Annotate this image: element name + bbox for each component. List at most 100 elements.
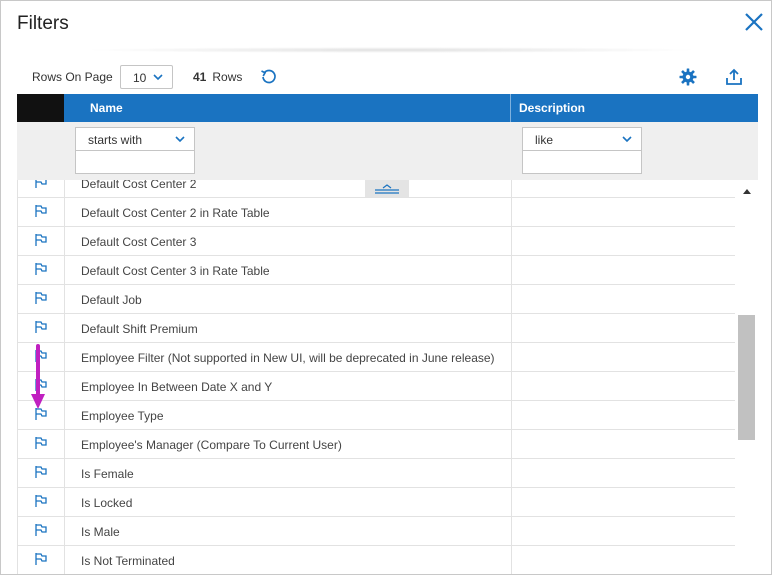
flag-icon[interactable]	[34, 233, 48, 247]
export-button[interactable]	[725, 68, 743, 91]
table-row[interactable]: Employee Filter (Not supported in New UI…	[17, 343, 735, 372]
row-name[interactable]: Is Female	[81, 467, 134, 481]
table-row[interactable]: Is Female	[17, 459, 735, 488]
row-name[interactable]: Employee Filter (Not supported in New UI…	[81, 351, 495, 365]
cell-divider	[64, 488, 65, 517]
collapse-filters-button[interactable]	[365, 180, 409, 197]
row-name[interactable]: Employee In Between Date X and Y	[81, 380, 272, 394]
title-divider	[81, 47, 701, 53]
cell-divider	[64, 343, 65, 372]
cell-divider	[511, 198, 512, 227]
refresh-button[interactable]	[260, 68, 278, 91]
cell-divider	[511, 488, 512, 517]
table-row[interactable]: Employee's Manager (Compare To Current U…	[17, 430, 735, 459]
description-filter: like	[522, 127, 642, 174]
close-button[interactable]	[741, 9, 767, 35]
flag-icon[interactable]	[34, 436, 48, 450]
annotation-arrow-icon	[31, 344, 45, 409]
scroll-up-arrow-icon[interactable]	[742, 187, 752, 195]
name-filter-operator-select[interactable]: starts with	[76, 128, 194, 151]
row-name[interactable]: Default Cost Center 3 in Rate Table	[81, 264, 270, 278]
table-row[interactable]: Default Shift Premium	[17, 314, 735, 343]
column-header-name[interactable]: Name	[90, 94, 123, 122]
row-name[interactable]: Employee's Manager (Compare To Current U…	[81, 438, 342, 452]
cell-divider	[511, 372, 512, 401]
row-name[interactable]: Default Cost Center 2	[81, 180, 196, 191]
cell-divider	[64, 314, 65, 343]
cell-divider	[64, 517, 65, 546]
description-filter-operator: like	[535, 133, 554, 147]
header-select-column	[17, 94, 64, 122]
cell-divider	[511, 256, 512, 285]
refresh-icon	[261, 69, 276, 84]
rows-count: 41 Rows	[193, 70, 242, 84]
vertical-scrollbar[interactable]	[736, 180, 758, 574]
cell-divider	[64, 198, 65, 227]
filter-row: starts with like	[17, 122, 758, 180]
cell-divider	[64, 180, 65, 198]
filters-table-body: Default Cost Center 2 Default Cost Cente…	[17, 180, 735, 574]
cell-divider	[64, 430, 65, 459]
name-filter-operator: starts with	[88, 133, 143, 147]
cell-divider	[511, 285, 512, 314]
cell-divider	[511, 459, 512, 488]
chevron-down-icon	[153, 74, 163, 81]
description-filter-input[interactable]	[523, 151, 641, 173]
column-header-description[interactable]: Description	[519, 94, 585, 122]
flag-icon[interactable]	[34, 180, 48, 189]
flag-icon[interactable]	[34, 552, 48, 566]
flag-icon[interactable]	[34, 291, 48, 305]
flag-icon[interactable]	[34, 523, 48, 537]
table-row[interactable]: Default Cost Center 3 in Rate Table	[17, 256, 735, 285]
cell-divider	[511, 180, 512, 198]
row-name[interactable]: Default Shift Premium	[81, 322, 198, 336]
flag-icon[interactable]	[34, 465, 48, 479]
header-divider	[510, 94, 511, 122]
flag-icon[interactable]	[34, 262, 48, 276]
cell-divider	[511, 343, 512, 372]
cell-divider	[511, 227, 512, 256]
row-name[interactable]: Default Cost Center 2 in Rate Table	[81, 206, 270, 220]
table-row[interactable]: Default Cost Center 3	[17, 227, 735, 256]
flag-icon[interactable]	[34, 204, 48, 218]
row-name[interactable]: Default Job	[81, 293, 142, 307]
cell-divider	[64, 546, 65, 574]
scrollbar-thumb[interactable]	[738, 315, 755, 440]
table-row[interactable]: Is Male	[17, 517, 735, 546]
cell-divider	[511, 517, 512, 546]
chevron-down-icon	[175, 136, 185, 143]
rows-on-page-label: Rows On Page	[32, 70, 113, 84]
cell-divider	[511, 546, 512, 574]
cell-divider	[511, 314, 512, 343]
table-row[interactable]: Is Not Terminated	[17, 546, 735, 574]
cell-divider	[64, 459, 65, 488]
collapse-icon	[375, 184, 399, 194]
cell-divider	[64, 285, 65, 314]
table-row[interactable]: Employee In Between Date X and Y	[17, 372, 735, 401]
row-name[interactable]: Employee Type	[81, 409, 164, 423]
dialog-title: Filters	[17, 13, 69, 34]
table-row[interactable]: Is Locked	[17, 488, 735, 517]
rows-on-page-value: 10	[133, 71, 147, 85]
row-name[interactable]: Default Cost Center 3	[81, 235, 196, 249]
row-name[interactable]: Is Male	[81, 525, 120, 539]
table-header: Name Description	[17, 94, 758, 122]
rows-on-page-select[interactable]: 10	[120, 65, 173, 89]
name-filter-input[interactable]	[76, 151, 194, 173]
row-name[interactable]: Is Not Terminated	[81, 554, 175, 568]
table-row[interactable]: Default Job	[17, 285, 735, 314]
flag-icon[interactable]	[34, 320, 48, 334]
rows-count-value: 41	[193, 70, 207, 84]
gear-icon	[679, 68, 697, 86]
rows-count-label: Rows	[212, 70, 243, 84]
description-filter-operator-select[interactable]: like	[523, 128, 641, 151]
settings-button[interactable]	[679, 68, 697, 91]
row-name[interactable]: Is Locked	[81, 496, 132, 510]
name-filter: starts with	[75, 127, 195, 174]
cell-divider	[64, 401, 65, 430]
table-row[interactable]: Employee Type	[17, 401, 735, 430]
table-row[interactable]: Default Cost Center 2 in Rate Table	[17, 198, 735, 227]
upload-icon	[726, 68, 742, 85]
chevron-down-icon	[622, 136, 632, 143]
flag-icon[interactable]	[34, 494, 48, 508]
